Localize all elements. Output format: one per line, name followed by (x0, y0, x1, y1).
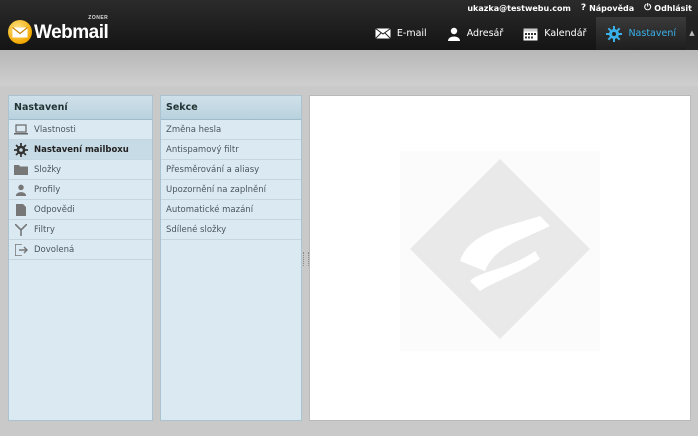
sections-panel-title: Sekce (161, 96, 301, 120)
filter-icon (14, 223, 28, 237)
document-icon (14, 203, 28, 217)
settings-item-folders[interactable]: Složky (9, 160, 152, 180)
folder-icon (14, 163, 28, 177)
section-auto-delete[interactable]: Automatické mazání (161, 200, 301, 220)
nav-settings[interactable]: Nastavení (596, 17, 686, 50)
nav-contacts[interactable]: Adresář (437, 17, 514, 50)
settings-panel: Nastavení Vlastnosti Nastavení mailboxu … (8, 95, 153, 421)
exit-icon (14, 243, 28, 257)
settings-item-properties[interactable]: Vlastnosti (9, 120, 152, 140)
calendar-icon (523, 27, 538, 41)
settings-item-mailbox[interactable]: Nastavení mailboxu (9, 140, 152, 160)
main-nav: E-mail Adresář Kalendář Nastavení ▲ (365, 17, 698, 50)
settings-item-filters[interactable]: Filtry (9, 220, 152, 240)
user-icon (447, 27, 461, 41)
help-link[interactable]: ? Nápověda (581, 3, 634, 13)
settings-item-vacation[interactable]: Dovolená (9, 240, 152, 260)
question-icon: ? (580, 3, 587, 13)
nav-email[interactable]: E-mail (365, 17, 437, 50)
nav-calendar[interactable]: Kalendář (513, 17, 596, 50)
content-area (309, 95, 691, 421)
settings-panel-title: Nastavení (9, 96, 152, 120)
section-change-password[interactable]: Změna hesla (161, 120, 301, 140)
user-email[interactable]: ukazka@testwebu.com (467, 4, 570, 13)
settings-item-replies[interactable]: Odpovědi (9, 200, 152, 220)
laptop-icon (14, 123, 28, 137)
logout-link[interactable]: ⏻ Odhlásit (644, 3, 692, 13)
toolbar-band (0, 50, 698, 86)
power-icon: ⏻ (644, 3, 652, 13)
envelope-icon (375, 28, 391, 39)
envelope-logo-icon (8, 20, 32, 44)
section-shared-folders[interactable]: Sdílené složky (161, 220, 301, 240)
user-icon (14, 183, 28, 197)
section-forwarding-aliases[interactable]: Přesměrování a aliasy (161, 160, 301, 180)
section-quota-warning[interactable]: Upozornění na zaplnění (161, 180, 301, 200)
user-bar: ukazka@testwebu.com ? Nápověda ⏻ Odhlási… (467, 2, 692, 14)
logo-brand: ZONER (88, 14, 109, 21)
top-bar: ukazka@testwebu.com ? Nápověda ⏻ Odhlási… (0, 0, 698, 50)
webmail-logo[interactable]: Webmail ZONER (8, 14, 109, 46)
section-antispam-filter[interactable]: Antispamový filtr (161, 140, 301, 160)
logo-wordmark: Webmail ZONER (34, 14, 109, 43)
sections-panel: Sekce Změna hesla Antispamový filtr Přes… (160, 95, 302, 421)
gear-icon (14, 142, 28, 157)
nav-more-caret-icon[interactable]: ▲ (686, 17, 698, 50)
settings-item-profiles[interactable]: Profily (9, 180, 152, 200)
gear-icon (606, 25, 623, 42)
zoner-watermark-icon (400, 151, 600, 351)
